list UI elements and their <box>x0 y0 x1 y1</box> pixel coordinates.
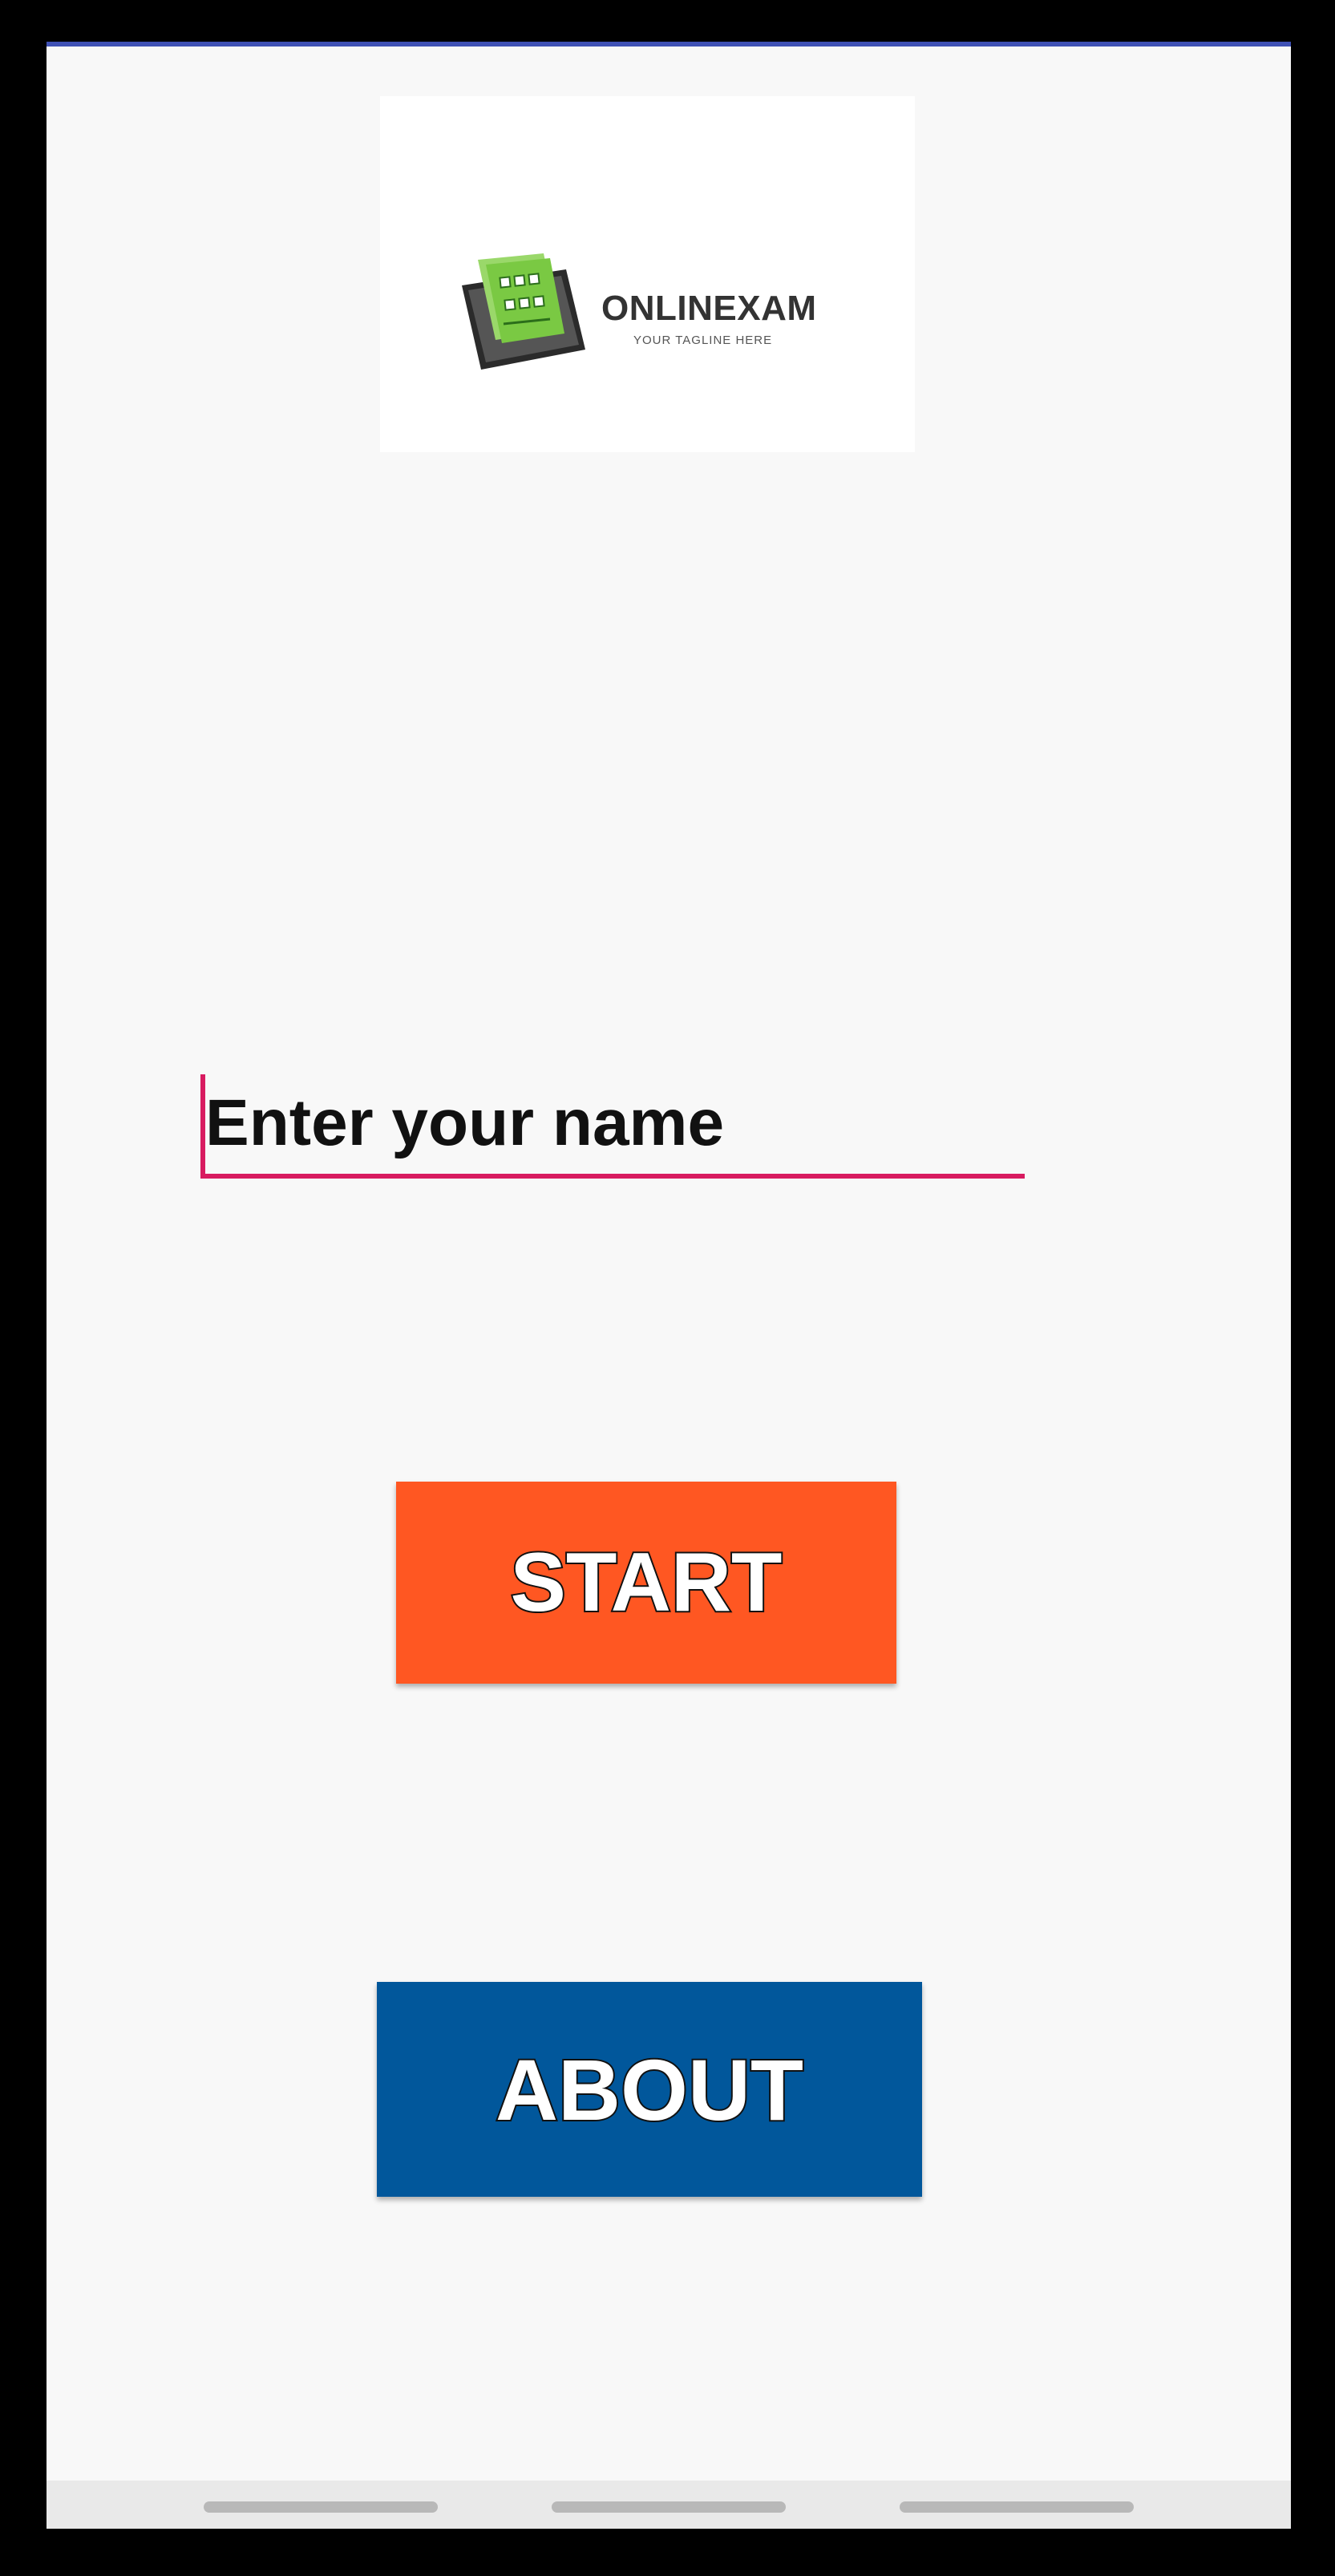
name-input[interactable]: Enter your name <box>200 1074 1025 1179</box>
start-button[interactable]: START <box>396 1482 896 1684</box>
navigation-bar <box>47 2481 1291 2529</box>
nav-recents-icon[interactable] <box>204 2501 438 2513</box>
nav-home-icon[interactable] <box>552 2501 786 2513</box>
logo-card: ONLINEXAM YOUR TAGLINE HERE <box>380 96 915 452</box>
nav-back-icon[interactable] <box>900 2501 1134 2513</box>
tablet-checklist-icon <box>462 253 585 370</box>
about-button[interactable]: ABOUT <box>377 1982 922 2197</box>
logo-title: ONLINEXAM <box>601 289 817 328</box>
status-accent-bar <box>47 42 1291 47</box>
app-screen: ONLINEXAM YOUR TAGLINE HERE Enter your n… <box>47 42 1291 2529</box>
name-input-underline <box>200 1174 1025 1179</box>
name-input-placeholder: Enter your name <box>205 1086 725 1159</box>
logo-tagline: YOUR TAGLINE HERE <box>633 334 773 347</box>
